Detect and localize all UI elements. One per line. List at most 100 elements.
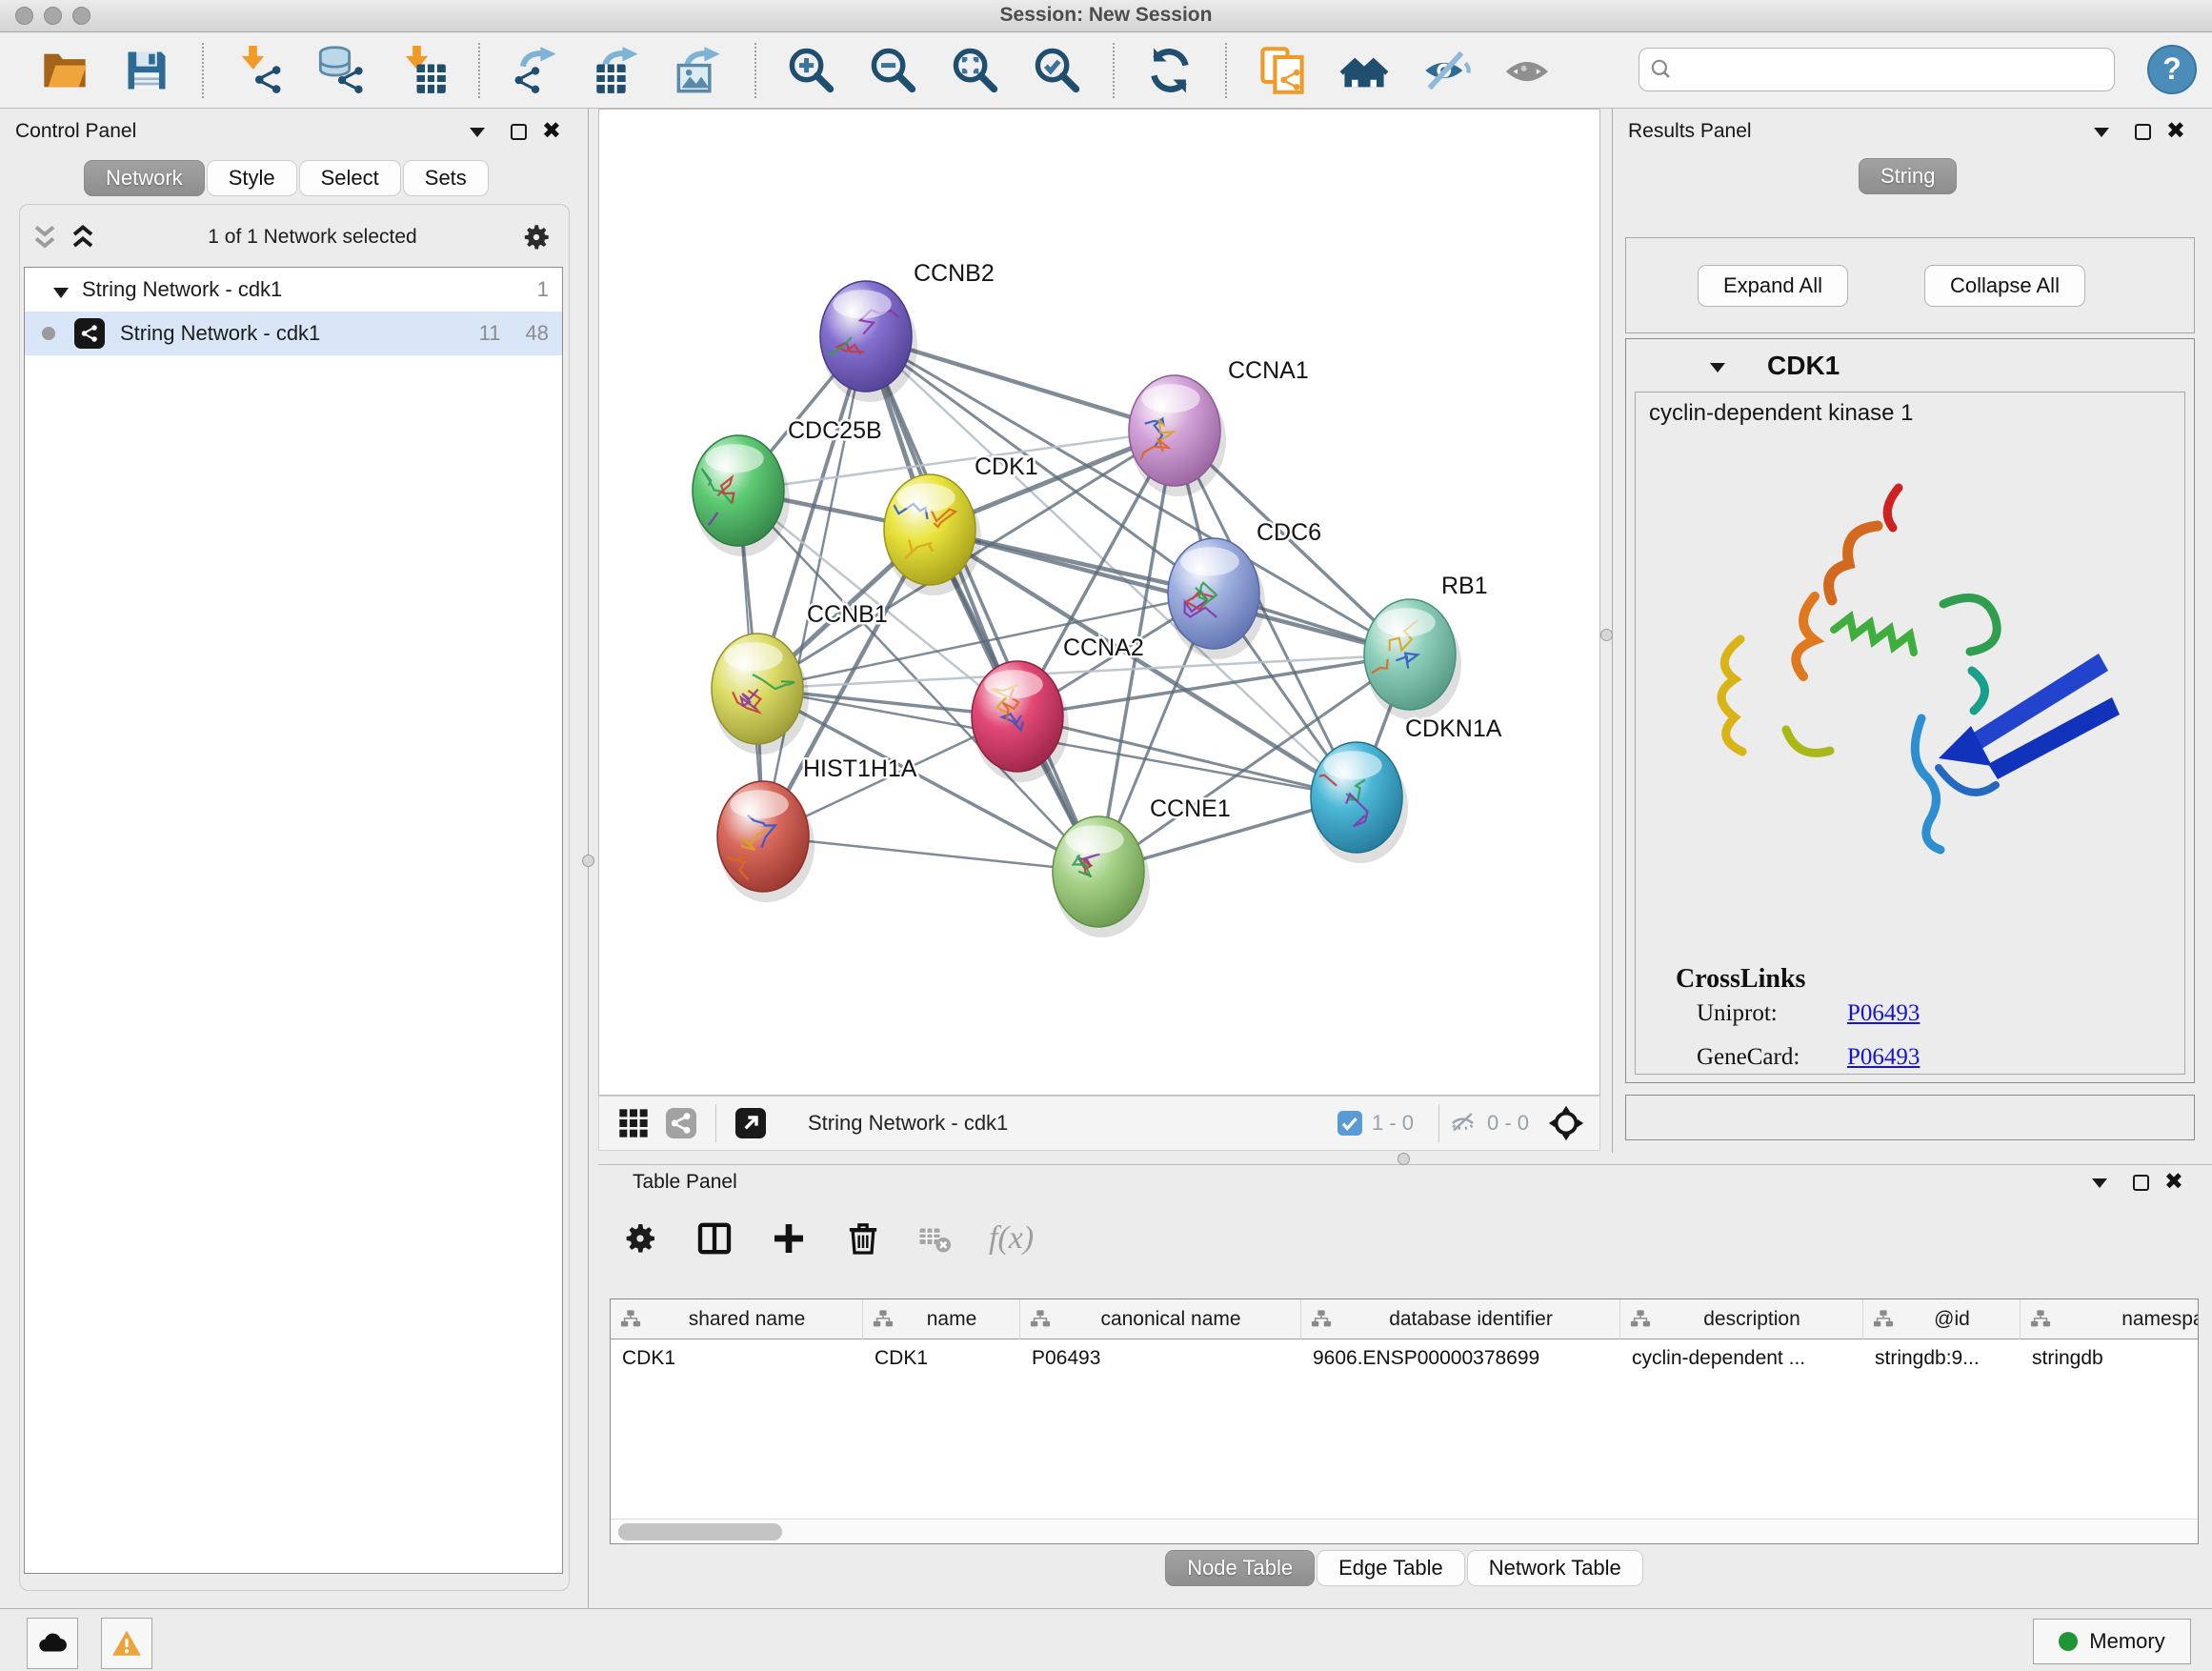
node-CCNA2[interactable] — [972, 661, 1069, 782]
node-CDK1[interactable] — [884, 474, 981, 595]
results-panel-menu-icon[interactable] — [2094, 128, 2109, 137]
table-horizontal-scrollbar[interactable] — [611, 1519, 2198, 1543]
expand-all-icon[interactable] — [67, 223, 99, 252]
gene-collapse-icon[interactable] — [1710, 363, 1725, 372]
scrollbar-thumb[interactable] — [618, 1523, 782, 1540]
birds-eye-view-icon[interactable] — [1548, 1105, 1584, 1141]
tab-sets[interactable]: Sets — [403, 160, 489, 196]
bottom-splitter-handle[interactable] — [1398, 1153, 1410, 1165]
table-panel-close-icon[interactable]: ✖ — [2164, 1174, 2183, 1190]
import-database-button[interactable] — [314, 44, 368, 97]
zoom-out-icon — [869, 46, 918, 95]
node-CDC6[interactable] — [1168, 538, 1265, 659]
table-row[interactable]: CDK1CDK1P064939606.ENSP00000378699cyclin… — [611, 1339, 2199, 1378]
tab-network-table[interactable]: Network Table — [1467, 1550, 1643, 1586]
control-panel-float-icon[interactable] — [511, 124, 527, 140]
zoom-in-button[interactable] — [785, 44, 838, 97]
zoom-out-button[interactable] — [867, 44, 920, 97]
search-input[interactable] — [1681, 59, 2104, 81]
open-file-icon — [40, 46, 90, 95]
column-header-id[interactable]: @id — [1863, 1299, 2021, 1339]
cell-canonical-name[interactable]: P06493 — [1020, 1339, 1301, 1378]
network-options-gear-icon[interactable] — [520, 221, 553, 253]
refresh-button[interactable] — [1143, 44, 1196, 97]
tab-network[interactable]: Network — [84, 160, 205, 196]
first-neighbors-button[interactable] — [1337, 44, 1391, 97]
left-splitter-handle[interactable] — [582, 855, 594, 867]
tab-select[interactable]: Select — [299, 160, 401, 196]
network-canvas[interactable]: CCNB2CCNA1CDC25BCDK1CDC6RB1CCNB1CCNA2CDK… — [598, 109, 1600, 1096]
column-header-name[interactable]: name — [863, 1299, 1020, 1339]
function-builder-icon[interactable]: f(x) — [989, 1220, 1034, 1257]
cell-shared-name[interactable]: CDK1 — [611, 1339, 863, 1378]
network-row[interactable]: String Network - cdk1 11 48 — [25, 312, 562, 355]
export-network-button[interactable] — [509, 44, 562, 97]
table-options-gear-icon[interactable] — [621, 1219, 659, 1258]
table-panel-menu-icon[interactable] — [2092, 1178, 2107, 1188]
node-CCNE1[interactable] — [1053, 816, 1150, 937]
memory-button[interactable]: Memory — [2033, 1619, 2191, 1664]
import-table-button[interactable] — [396, 44, 450, 97]
zoom-selected-button[interactable] — [1031, 44, 1084, 97]
warning-status-button[interactable] — [101, 1618, 152, 1669]
node-CDC25B[interactable] — [685, 435, 790, 556]
cell-description[interactable]: cyclin-dependent ... — [1620, 1339, 1863, 1378]
cell-name[interactable]: CDK1 — [863, 1339, 1020, 1378]
collapse-all-icon[interactable] — [29, 223, 61, 252]
column-header-database-identifier[interactable]: database identifier — [1301, 1299, 1620, 1339]
import-network-button[interactable] — [232, 44, 286, 97]
export-table-button[interactable] — [591, 44, 644, 97]
crosslink-link[interactable]: P06493 — [1847, 1044, 1920, 1075]
duplicate-network-button[interactable] — [1256, 44, 1309, 97]
open-file-button[interactable] — [38, 44, 91, 97]
show-columns-icon[interactable] — [695, 1219, 734, 1258]
export-image-button[interactable] — [673, 44, 726, 97]
zoom-fit-button[interactable] — [949, 44, 1002, 97]
cell-namespace[interactable]: stringdb — [2021, 1339, 2199, 1378]
node-CDKN1A[interactable] — [1283, 742, 1408, 863]
grid-view-icon[interactable] — [616, 1106, 651, 1140]
tab-string[interactable]: String — [1859, 158, 1957, 194]
control-panel-close-icon[interactable]: ✖ — [542, 123, 561, 139]
right-splitter-handle[interactable] — [1600, 629, 1613, 641]
table-panel-float-icon[interactable] — [2133, 1175, 2149, 1191]
control-panel-title: Control Panel — [15, 120, 136, 142]
delete-column-icon[interactable] — [844, 1219, 882, 1258]
gene-symbol: CDK1 — [1767, 351, 1840, 381]
network-collection-row[interactable]: String Network - cdk1 1 — [25, 268, 562, 312]
import-table-icon — [398, 46, 448, 95]
cell-id[interactable]: stringdb:9... — [1863, 1339, 2021, 1378]
show-all-button[interactable] — [1501, 44, 1555, 97]
edge-CCNB2-CCNE1[interactable] — [866, 336, 1098, 872]
tab-style[interactable]: Style — [207, 160, 297, 196]
create-column-icon[interactable] — [770, 1219, 808, 1258]
column-header-shared-name[interactable]: shared name — [611, 1299, 863, 1339]
network-share-view-icon[interactable] — [664, 1106, 698, 1140]
save-button[interactable] — [120, 44, 173, 97]
node-CCNB2[interactable] — [814, 281, 917, 402]
expand-all-button[interactable]: Expand All — [1698, 265, 1848, 307]
detach-view-icon[interactable] — [734, 1106, 768, 1140]
tab-edge-table[interactable]: Edge Table — [1317, 1550, 1465, 1586]
hidden-eye-icon[interactable] — [1449, 1109, 1478, 1137]
results-panel-title: Results Panel — [1628, 120, 1752, 142]
search-box[interactable] — [1639, 48, 2115, 91]
column-header-namespace[interactable]: namespace — [2021, 1299, 2199, 1339]
help-button[interactable]: ? — [2147, 45, 2197, 94]
cloud-status-button[interactable] — [27, 1618, 78, 1669]
column-header-description[interactable]: description — [1620, 1299, 1863, 1339]
results-panel-close-icon[interactable]: ✖ — [2166, 123, 2185, 139]
hide-selected-button[interactable] — [1419, 44, 1473, 97]
delete-table-icon[interactable] — [918, 1219, 953, 1258]
node-CCNA1[interactable] — [1129, 375, 1226, 496]
crosslink-link[interactable]: P06493 — [1847, 1000, 1920, 1033]
control-panel-menu-icon[interactable] — [470, 128, 485, 137]
selected-checkbox-icon[interactable] — [1337, 1111, 1362, 1136]
column-header-canonical-name[interactable]: canonical name — [1020, 1299, 1301, 1339]
collection-expand-icon[interactable] — [53, 288, 69, 298]
results-panel-float-icon[interactable] — [2135, 124, 2151, 140]
node-HIST1H1A[interactable] — [717, 781, 814, 902]
collapse-all-button[interactable]: Collapse All — [1924, 265, 2085, 307]
tab-node-table[interactable]: Node Table — [1165, 1550, 1315, 1586]
cell-database-identifier[interactable]: 9606.ENSP00000378699 — [1301, 1339, 1620, 1378]
